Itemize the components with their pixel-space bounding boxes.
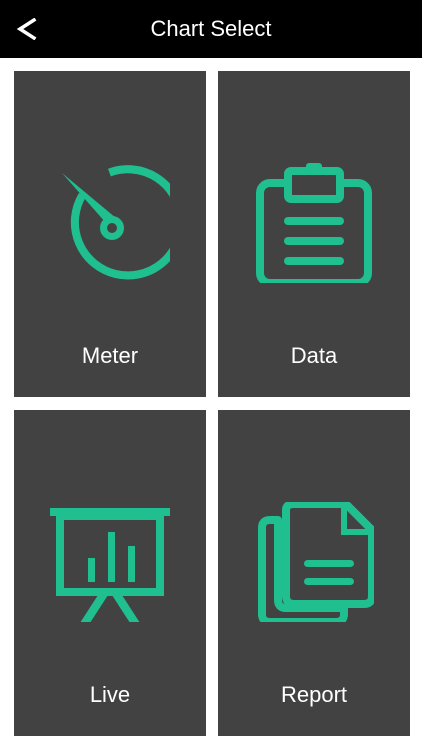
report-label: Report xyxy=(280,682,348,707)
meter-tile[interactable]: Meter xyxy=(14,71,206,397)
live-tile[interactable]: Live xyxy=(14,410,206,736)
data-tile[interactable]: Data xyxy=(218,71,410,397)
meter-label: Meter xyxy=(81,343,139,368)
data-label: Data xyxy=(290,343,338,368)
documents-icon xyxy=(258,502,374,622)
presentation-chart-icon xyxy=(50,508,170,622)
report-tile[interactable]: Report xyxy=(218,410,410,736)
top-bar: Chart Select xyxy=(0,0,422,58)
clipboard-icon xyxy=(256,163,372,283)
chart-type-grid: Meter Data Live Report xyxy=(0,58,422,750)
live-label: Live xyxy=(89,682,131,707)
meter-icon xyxy=(62,165,170,280)
back-chevron-icon xyxy=(16,18,37,40)
page-title: Chart Select xyxy=(150,16,272,41)
back-button[interactable] xyxy=(0,0,58,58)
